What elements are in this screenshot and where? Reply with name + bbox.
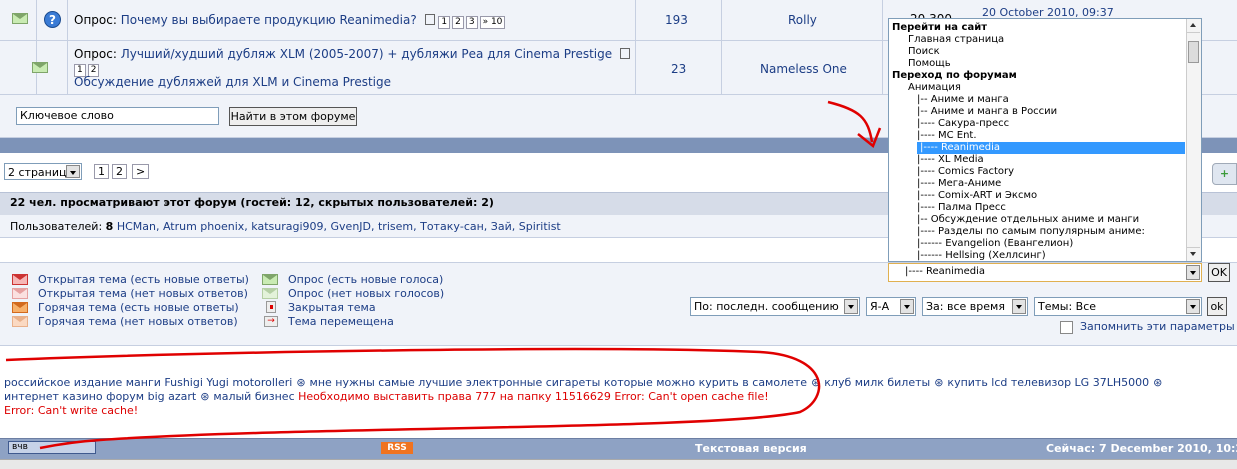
annotation-loop [5, 347, 821, 450]
red-annotation [5, 100, 882, 450]
annotation-arrow [827, 100, 882, 149]
